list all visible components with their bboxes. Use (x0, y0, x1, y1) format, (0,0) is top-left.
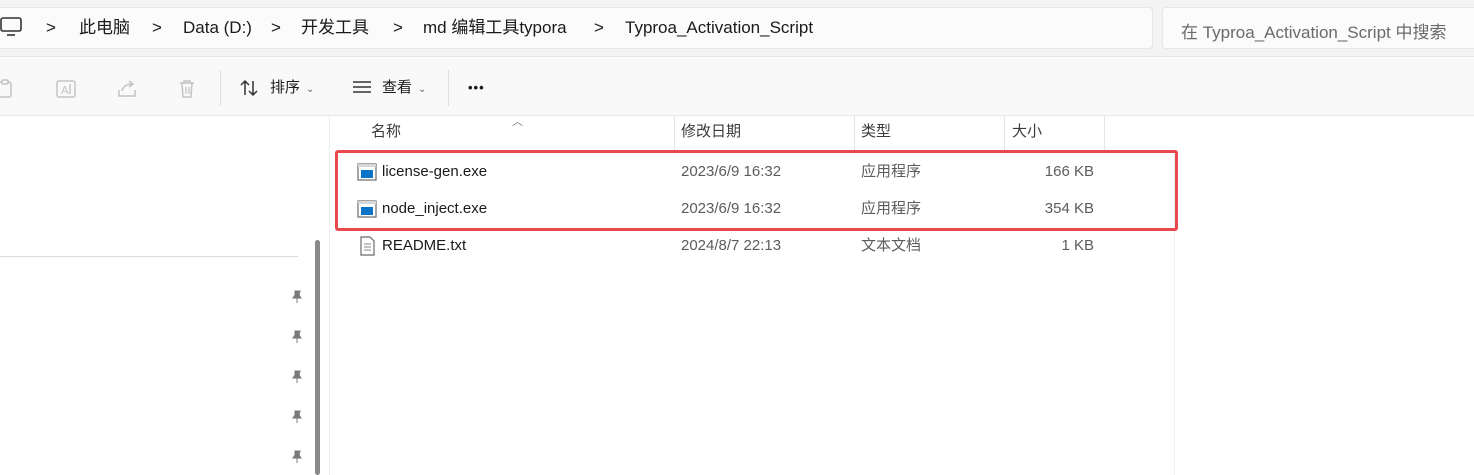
nav-divider (0, 256, 298, 257)
svg-text:A: A (61, 84, 69, 97)
view-button[interactable]: 查看 ⌄ (352, 75, 426, 101)
command-bar: A 排序 ⌄ 查看 ⌄ ••• (0, 58, 1474, 116)
column-divider[interactable] (1104, 116, 1105, 150)
breadcrumb-separator[interactable]: > (271, 17, 281, 39)
breadcrumb-current-folder[interactable]: Typroa_Activation_Script (625, 17, 813, 39)
column-divider[interactable] (854, 116, 855, 150)
rename-icon[interactable]: A (55, 78, 77, 100)
breadcrumb-separator[interactable]: > (46, 17, 56, 39)
breadcrumb-md-editor[interactable]: md 编辑工具typora (423, 17, 567, 39)
address-bar-row: > 此电脑 > Data (D:) > 开发工具 > md 编辑工具typora… (0, 0, 1474, 57)
chevron-down-icon: ⌄ (306, 84, 315, 95)
file-type: 文本文档 (861, 237, 922, 254)
pin-icon[interactable] (290, 330, 304, 344)
toolbar-separator (220, 70, 221, 106)
nav-scrollbar[interactable] (315, 240, 320, 475)
breadcrumb-separator[interactable]: > (393, 17, 403, 39)
pin-icon[interactable] (290, 290, 304, 304)
txt-file-icon (360, 236, 375, 256)
pin-icon[interactable] (290, 450, 304, 464)
view-label: 查看 (382, 79, 413, 96)
breadcrumb-separator[interactable]: > (594, 17, 604, 39)
share-icon[interactable] (116, 78, 138, 100)
breadcrumb-this-pc[interactable]: 此电脑 (79, 17, 130, 39)
sort-label: 排序 (270, 79, 301, 96)
delete-icon[interactable] (176, 78, 198, 100)
breadcrumb-separator[interactable]: > (152, 17, 162, 39)
column-header-name[interactable]: 名称 (371, 122, 401, 146)
column-header-type[interactable]: 类型 (861, 122, 891, 146)
address-bar[interactable] (0, 7, 1153, 49)
file-date: 2024/8/7 22:13 (681, 237, 782, 254)
navigation-pane (0, 116, 330, 475)
sort-button[interactable]: 排序 ⌄ (239, 75, 314, 101)
breadcrumb-drive-d[interactable]: Data (D:) (183, 17, 252, 39)
computer-icon[interactable] (0, 17, 22, 37)
view-list-icon (353, 81, 371, 93)
column-header-date[interactable]: 修改日期 (681, 122, 741, 146)
toolbar-separator (448, 70, 449, 106)
file-size: 1 KB (1061, 237, 1094, 254)
column-header-size[interactable]: 大小 (1012, 122, 1042, 146)
pin-icon[interactable] (290, 370, 304, 384)
sort-ascending-icon: ︿ (512, 116, 523, 128)
chevron-down-icon: ⌄ (418, 84, 427, 95)
breadcrumb-dev-tools[interactable]: 开发工具 (301, 17, 369, 39)
pin-icon[interactable] (290, 410, 304, 424)
sort-icon (240, 79, 258, 97)
copy-icon[interactable] (0, 78, 16, 100)
file-row[interactable]: README.txt 2024/8/7 22:13 文本文档 1 KB (340, 228, 1172, 264)
more-options-button[interactable]: ••• (468, 75, 485, 101)
highlight-annotation (335, 150, 1178, 231)
file-name: README.txt (382, 237, 467, 254)
pane-divider[interactable] (329, 116, 330, 475)
search-input[interactable]: 在 Typroa_Activation_Script 中搜索 (1162, 7, 1474, 49)
column-divider[interactable] (674, 116, 675, 150)
column-divider[interactable] (1004, 116, 1005, 150)
